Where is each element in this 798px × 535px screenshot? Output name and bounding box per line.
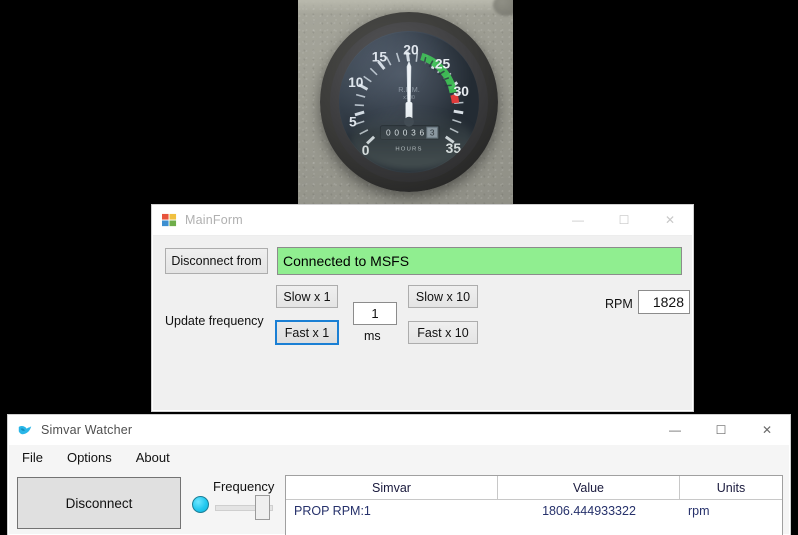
update-frequency-label: Update frequency <box>165 314 264 328</box>
frequency-slider-thumb[interactable] <box>255 495 270 520</box>
connection-status-box: Connected to MSFS <box>277 247 682 275</box>
disconnect-from-button[interactable]: Disconnect from <box>165 248 268 274</box>
column-header-units[interactable]: Units <box>680 476 782 499</box>
simvar-window-controls[interactable]: — ☐ ✕ <box>652 415 790 445</box>
minimize-button[interactable]: — <box>652 415 698 445</box>
simvar-titlebar[interactable]: Simvar Watcher — ☐ ✕ <box>8 415 790 445</box>
maximize-button[interactable]: ☐ <box>601 205 647 235</box>
fast-x10-button[interactable]: Fast x 10 <box>408 321 478 344</box>
connection-led-indicator <box>192 496 209 513</box>
simvar-menubar[interactable]: File Options About <box>9 445 789 470</box>
mainform-titlebar[interactable]: MainForm — ☐ ✕ <box>152 205 693 235</box>
maximize-button[interactable]: ☐ <box>698 415 744 445</box>
simvar-table[interactable]: Simvar Value Units PROP RPM:1 1806.44493… <box>285 475 783 535</box>
gauge-housing: 0 5 10 15 20 25 30 35 R.P.M. x100 <box>320 12 498 192</box>
slow-x1-button[interactable]: Slow x 1 <box>276 285 338 308</box>
fast-x1-button[interactable]: Fast x 1 <box>275 320 339 345</box>
table-row[interactable]: PROP RPM:1 1806.444933322 rpm <box>286 500 782 522</box>
gauge-face: 0 5 10 15 20 25 30 35 R.P.M. x100 <box>339 31 479 173</box>
interval-input[interactable]: 1 <box>353 302 397 325</box>
close-button[interactable]: ✕ <box>744 415 790 445</box>
cell-simvar: PROP RPM:1 <box>286 504 498 518</box>
table-header-row: Simvar Value Units <box>286 476 782 500</box>
bird-icon <box>17 422 33 438</box>
rpm-label: RPM <box>605 297 633 311</box>
mainform-title: MainForm <box>185 213 243 227</box>
gauge-bezel: 0 5 10 15 20 25 30 35 R.P.M. x100 <box>330 22 488 182</box>
minimize-button[interactable]: — <box>555 205 601 235</box>
simvar-client-area: Disconnect Frequency Simvar Value Units … <box>9 469 789 534</box>
mainform-client-area: Disconnect from Connected to MSFS Update… <box>153 235 692 410</box>
mainform-window-controls[interactable]: — ☐ ✕ <box>555 205 693 235</box>
frequency-label: Frequency <box>213 479 274 494</box>
cell-value: 1806.444933322 <box>498 504 680 518</box>
close-button[interactable]: ✕ <box>647 205 693 235</box>
gauge-glass-reflection <box>350 111 473 171</box>
slow-x10-button[interactable]: Slow x 10 <box>408 285 478 308</box>
menu-item-options[interactable]: Options <box>64 448 115 467</box>
column-header-simvar[interactable]: Simvar <box>286 476 498 499</box>
mainform-window[interactable]: MainForm — ☐ ✕ Disconnect from Connected… <box>152 205 693 411</box>
simvar-title: Simvar Watcher <box>41 423 132 437</box>
tachometer-photo: 0 5 10 15 20 25 30 35 R.P.M. x100 <box>298 0 513 205</box>
simvar-watcher-window[interactable]: Simvar Watcher — ☐ ✕ File Options About … <box>8 415 790 535</box>
cell-units: rpm <box>680 504 782 518</box>
interval-units-label: ms <box>364 329 381 343</box>
desktop: 0 5 10 15 20 25 30 35 R.P.M. x100 <box>0 0 798 535</box>
disconnect-button[interactable]: Disconnect <box>17 477 181 529</box>
form-icon <box>161 212 177 228</box>
column-header-value[interactable]: Value <box>498 476 680 499</box>
menu-item-about[interactable]: About <box>133 448 173 467</box>
rpm-value-field[interactable]: 1828 <box>638 290 690 314</box>
menu-item-file[interactable]: File <box>19 448 46 467</box>
